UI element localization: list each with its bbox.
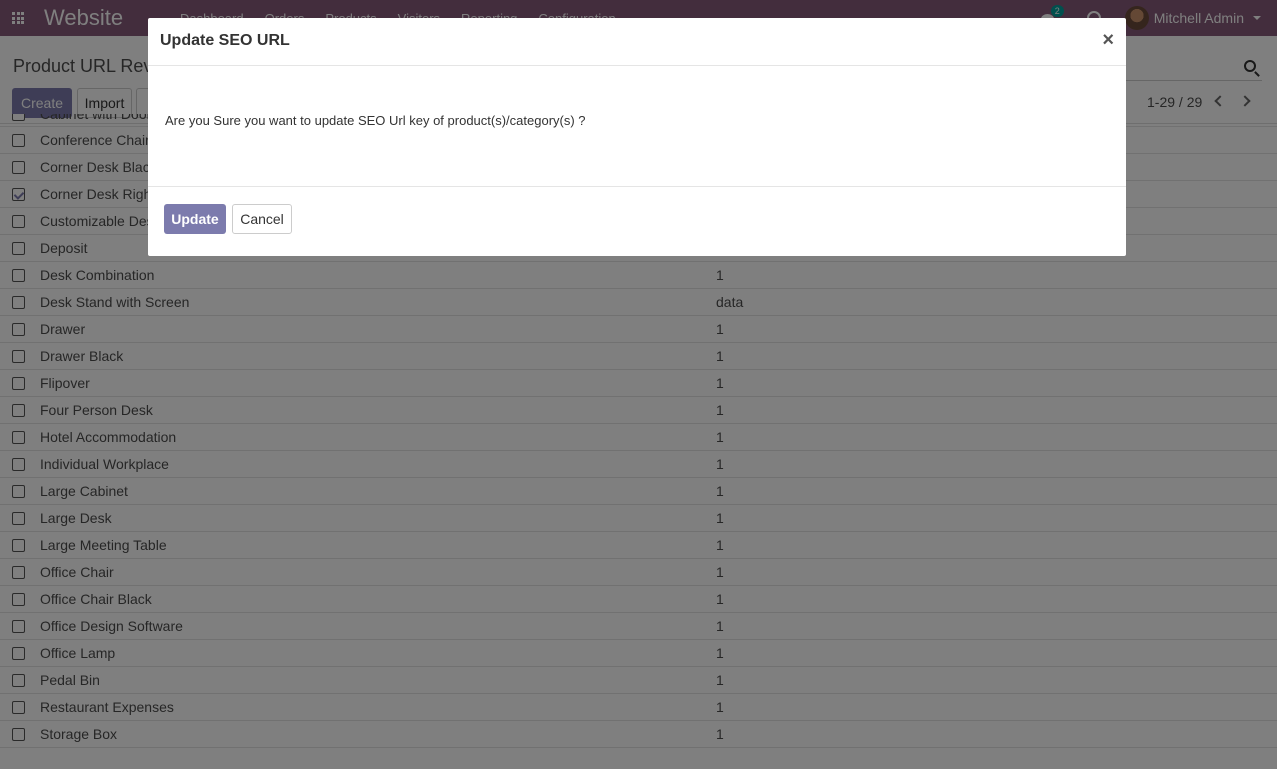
- update-button[interactable]: Update: [164, 204, 226, 234]
- dialog-title: Update SEO URL: [160, 32, 290, 49]
- dialog-footer: Update Cancel: [148, 187, 1126, 255]
- dialog-message: Are you Sure you want to update SEO Url …: [165, 113, 586, 128]
- update-seo-dialog: Update SEO URL × Are you Sure you want t…: [148, 18, 1126, 256]
- close-icon[interactable]: ×: [1102, 29, 1114, 52]
- dialog-header: Update SEO URL ×: [148, 18, 1126, 66]
- cancel-button[interactable]: Cancel: [232, 204, 292, 234]
- dialog-body: Are you Sure you want to update SEO Url …: [148, 66, 1126, 187]
